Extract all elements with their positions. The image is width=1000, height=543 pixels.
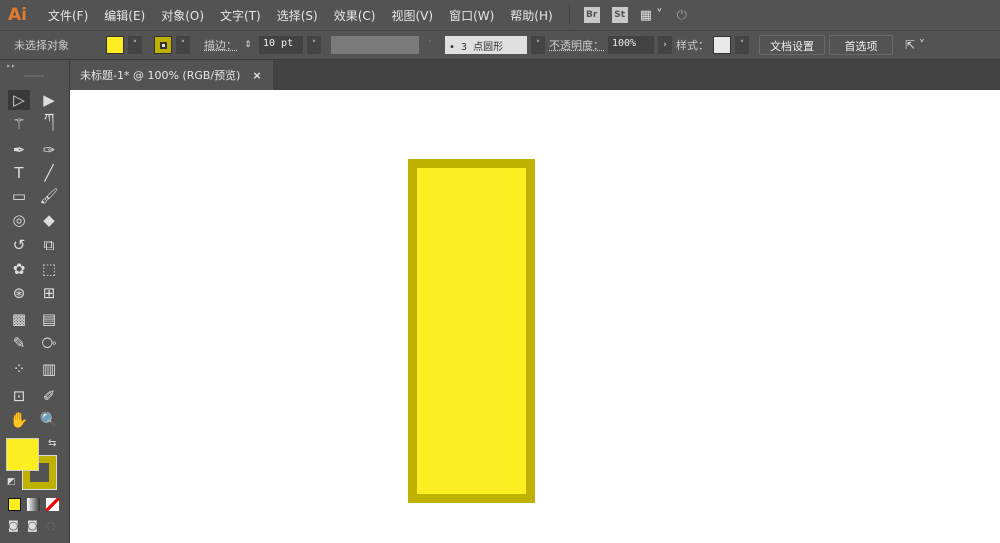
fill-swatch[interactable]: [106, 36, 124, 54]
rectangle-tool-icon[interactable]: ▭: [8, 186, 30, 206]
curvature-tool-icon[interactable]: ✑: [38, 140, 60, 160]
column-graph-tool-icon[interactable]: ▥: [38, 359, 60, 379]
menu-edit[interactable]: 编辑(E): [96, 7, 153, 24]
slice-tool-icon[interactable]: ✐: [38, 386, 60, 406]
document-setup-button[interactable]: 文档设置: [759, 35, 825, 55]
free-transform-tool-icon[interactable]: ⬚: [38, 259, 60, 279]
document-tab[interactable]: 未标题-1* @ 100% (RGB/预览) ×: [70, 60, 273, 90]
selection-status: 未选择对象: [14, 39, 69, 52]
chevron-down-icon[interactable]: ˅: [128, 36, 142, 54]
stroke-stepper[interactable]: ⇕: [241, 36, 255, 54]
magic-wand-tool-icon[interactable]: ⚚: [8, 114, 30, 134]
draw-normal-icon[interactable]: ◙: [8, 519, 19, 532]
swap-colors-icon[interactable]: ⇆: [48, 438, 56, 449]
eyedropper-tool-icon[interactable]: ✎: [8, 333, 30, 353]
scale-tool-icon[interactable]: ⧉: [38, 235, 60, 255]
menu-file[interactable]: 文件(F): [40, 7, 96, 24]
eraser-tool-icon[interactable]: ◆: [38, 210, 60, 230]
artboard-canvas[interactable]: [70, 90, 1000, 543]
hand-tool-icon[interactable]: ✋: [8, 410, 30, 430]
chevron-down-icon[interactable]: ˅: [176, 36, 190, 54]
color-mode-button[interactable]: [8, 498, 21, 511]
paintbrush-tool-icon[interactable]: 🖌: [38, 186, 60, 206]
stroke-label: 描边：: [204, 39, 237, 52]
menu-object[interactable]: 对象(O): [153, 7, 212, 24]
menu-view[interactable]: 视图(V): [383, 7, 441, 24]
preferences-button[interactable]: 首选项: [829, 35, 893, 55]
panel-handle[interactable]: [24, 75, 44, 77]
gradient-tool-icon[interactable]: ▤: [38, 309, 60, 329]
brush-definition[interactable]: • 3 点圆形: [445, 36, 527, 54]
chevron-down-icon[interactable]: ˅: [735, 36, 749, 54]
stock-icon[interactable]: St: [611, 7, 628, 23]
gradient-mode-button[interactable]: [27, 498, 40, 511]
perspective-grid-tool-icon[interactable]: ⊞: [38, 283, 60, 303]
zoom-tool-icon[interactable]: 🔍: [38, 410, 60, 430]
arrange-icon[interactable]: ⇱ ˅: [905, 38, 925, 52]
default-colors-icon[interactable]: ◩: [7, 477, 16, 487]
shaper-tool-icon[interactable]: ◎: [8, 210, 30, 230]
none-mode-button[interactable]: [46, 498, 59, 511]
menu-window[interactable]: 窗口(W): [441, 7, 502, 24]
menu-select[interactable]: 选择(S): [269, 7, 326, 24]
bridge-icon[interactable]: Br: [583, 7, 600, 23]
opacity-label[interactable]: 不透明度：: [549, 37, 604, 53]
chevron-down-icon[interactable]: ˅: [307, 36, 321, 54]
type-tool-icon[interactable]: T: [8, 163, 30, 183]
warp-tool-icon[interactable]: ✿: [8, 259, 30, 279]
chevron-down-icon[interactable]: ˅: [423, 36, 437, 54]
document-tab-bar: 未标题-1* @ 100% (RGB/预览) ×: [70, 60, 1000, 90]
app-logo: Ai: [8, 5, 27, 25]
control-bar: 未选择对象 ˅ ˅ 描边： ⇕ 10 pt ˅ ˅ • 3 点圆形 ˅ 不透明度…: [0, 30, 1000, 60]
lasso-tool-icon[interactable]: ཀ: [38, 110, 60, 134]
shape-builder-tool-icon[interactable]: ⊛: [8, 283, 30, 303]
divider: [568, 5, 570, 25]
close-icon[interactable]: ×: [252, 69, 261, 82]
menu-help[interactable]: 帮助(H): [502, 7, 560, 24]
fill-color-box[interactable]: [6, 438, 39, 471]
stroke-weight-input[interactable]: 10 pt: [259, 36, 303, 54]
chevron-down-icon[interactable]: ˅: [531, 36, 545, 54]
stroke-swatch[interactable]: [154, 36, 172, 54]
mesh-tool-icon[interactable]: ▩: [8, 309, 30, 329]
workspace-layout-icon[interactable]: ▦ ˅: [640, 8, 663, 23]
rotate-tool-icon[interactable]: ↺: [8, 235, 30, 255]
selection-tool-icon[interactable]: ▷: [8, 90, 30, 110]
style-label: 样式：: [676, 39, 709, 52]
blend-tool-icon[interactable]: ⧂: [38, 333, 60, 353]
line-tool-icon[interactable]: ╱: [38, 163, 60, 183]
panel-grip[interactable]: ‣‣: [6, 62, 15, 71]
symbol-sprayer-tool-icon[interactable]: ⁘: [8, 359, 30, 379]
document-tab-title: 未标题-1* @ 100% (RGB/预览): [80, 69, 241, 82]
variable-width-profile[interactable]: [331, 36, 419, 54]
pen-tool-icon[interactable]: ✒: [8, 140, 30, 160]
draw-inside-icon[interactable]: ◌: [46, 519, 56, 532]
menu-bar: Ai 文件(F) 编辑(E) 对象(O) 文字(T) 选择(S) 效果(C) 视…: [0, 0, 1000, 30]
sync-icon[interactable]: ⏻: [677, 8, 687, 23]
draw-behind-icon[interactable]: ◙: [27, 519, 38, 532]
opacity-input[interactable]: 100%: [608, 36, 654, 54]
rectangle-shape[interactable]: [408, 159, 535, 503]
chevron-right-icon[interactable]: ›: [658, 36, 672, 54]
menu-effect[interactable]: 效果(C): [326, 7, 384, 24]
menu-type[interactable]: 文字(T): [212, 7, 269, 24]
graphic-style-swatch[interactable]: [713, 36, 731, 54]
tools-panel: ‣‣ ▷ ▶ ⚚ ཀ ✒ ✑ T ╱ ▭ 🖌 ◎ ◆ ↺ ⧉ ✿ ⬚ ⊛ ⊞ ▩ ▤ ✎ ⧂ ⁘ ▥ ⊡ ✐ ✋ 🔍 ⇆ ◩ ◙ ◙ …: [0, 60, 70, 543]
artboard-tool-icon[interactable]: ⊡: [8, 386, 30, 406]
